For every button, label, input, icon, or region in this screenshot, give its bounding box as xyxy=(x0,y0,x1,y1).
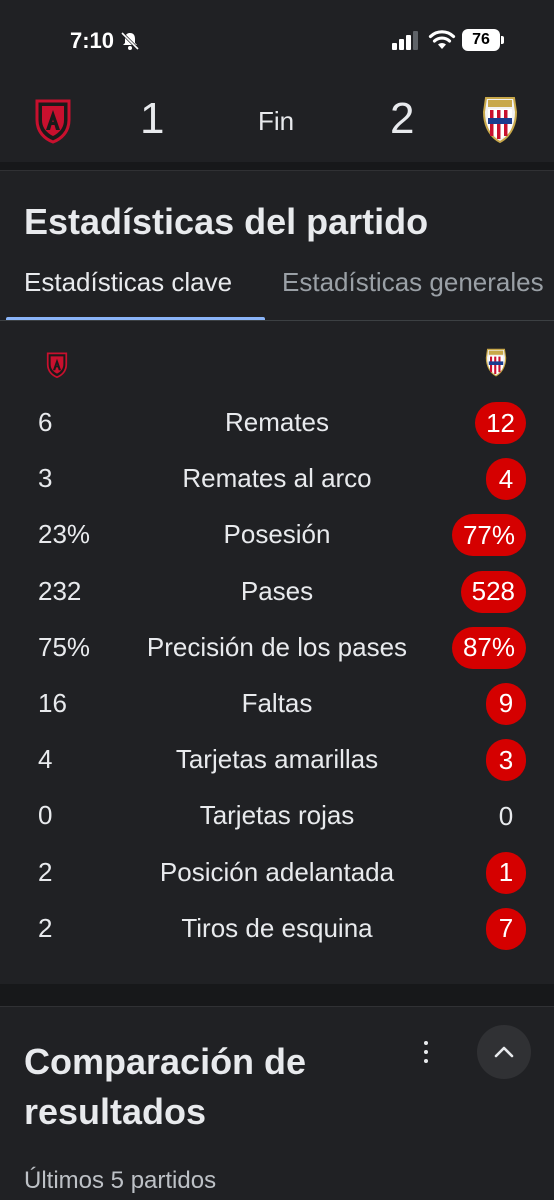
tab-indicator xyxy=(6,317,265,320)
stat-row: 2 Tiros de esquina 7 xyxy=(0,903,554,959)
section-divider xyxy=(0,162,554,170)
atlas-crest-icon[interactable] xyxy=(34,98,72,144)
stat-label: Precisión de los pases xyxy=(146,631,408,662)
stat-row: 4 Tarjetas amarillas 3 xyxy=(0,734,554,790)
stats-list: 6 Remates 12 3 Remates al arco 4 23% Posesión… xyxy=(0,397,554,959)
tab-key-stats[interactable]: Estadísticas clave xyxy=(24,267,232,298)
home-stat-value: 16 xyxy=(38,687,67,718)
card-title: Comparación de resultados xyxy=(24,1041,307,1132)
away-stat-value: 4 xyxy=(486,458,526,501)
home-score: 1 xyxy=(140,94,165,143)
match-stats-card: Estadísticas del partido Estadísticas cl… xyxy=(0,170,554,984)
cell-signal-icon xyxy=(392,31,418,50)
section-divider xyxy=(0,984,554,1006)
away-stat-value: 3 xyxy=(486,739,526,782)
wifi-icon xyxy=(428,30,456,49)
stat-label: Tarjetas amarillas xyxy=(175,744,379,775)
away-stat-value: 87% xyxy=(451,626,526,669)
home-stat-value: 2 xyxy=(38,856,53,887)
home-stat-value: 2 xyxy=(38,912,53,943)
battery-indicator: 76 xyxy=(462,29,504,51)
stat-row: 2 Posición adelantada 1 xyxy=(0,847,554,903)
stat-label: Remates al arco xyxy=(182,463,372,494)
away-stat-value: 9 xyxy=(486,682,526,725)
status-time: 7:10 xyxy=(70,28,115,53)
card-title: Estadísticas del partido xyxy=(24,201,429,242)
away-stat-value: 0 xyxy=(498,800,514,831)
away-score: 2 xyxy=(390,94,415,143)
results-comparison-card: Comparación de resultados Últimos 5 part… xyxy=(0,1006,554,1200)
stat-row: 0 Tarjetas rojas 0 xyxy=(0,790,554,846)
more-vert-icon[interactable] xyxy=(416,1041,436,1063)
atlas-crest-icon xyxy=(46,352,68,379)
home-stat-value: 232 xyxy=(38,575,82,606)
home-stat-value: 6 xyxy=(38,407,53,437)
home-stat-value: 0 xyxy=(38,800,53,831)
tab-general-stats[interactable]: Estadísticas generales xyxy=(282,267,544,298)
stat-label: Tiros de esquina xyxy=(181,912,373,943)
collapse-button[interactable] xyxy=(477,1025,531,1079)
stat-row: 6 Remates 12 xyxy=(0,397,554,453)
status-bar: 7:10 76 xyxy=(0,0,554,80)
scoreboard: 1 Fin 2 xyxy=(0,80,554,162)
match-status: Fin xyxy=(258,106,295,136)
card-subtitle: Últimos 5 partidos xyxy=(24,1167,217,1194)
chevron-up-icon xyxy=(494,1046,514,1058)
stat-label: Tarjetas rojas xyxy=(199,800,355,831)
stat-label: Posesión xyxy=(223,519,331,550)
home-stat-value: 75% xyxy=(38,631,91,662)
bell-muted-icon xyxy=(120,31,140,51)
home-stat-value: 23% xyxy=(38,519,91,550)
stat-label: Faltas xyxy=(241,687,313,718)
stat-row: 16 Faltas 9 xyxy=(0,678,554,734)
stat-row: 232 Pases 528 xyxy=(0,566,554,622)
stats-tabs: Estadísticas clave Estadísticas generale… xyxy=(0,263,554,321)
chivas-crest-icon xyxy=(485,348,507,377)
away-stat-value: 12 xyxy=(475,402,526,444)
away-stat-value: 7 xyxy=(486,907,526,950)
stat-label: Remates xyxy=(224,407,330,437)
home-stat-value: 4 xyxy=(38,744,53,775)
stat-row: 3 Remates al arco 4 xyxy=(0,453,554,509)
chivas-crest-icon[interactable] xyxy=(480,94,520,144)
stat-row: 75% Precisión de los pases 87% xyxy=(0,622,554,678)
stat-row: 23% Posesión 77% xyxy=(0,509,554,565)
away-stat-value: 528 xyxy=(460,570,526,613)
away-stat-value: 77% xyxy=(451,514,526,557)
stat-label: Pases xyxy=(240,575,314,606)
home-stat-value: 3 xyxy=(38,463,53,494)
away-stat-value: 1 xyxy=(486,851,526,894)
stat-label: Posición adelantada xyxy=(159,856,395,887)
